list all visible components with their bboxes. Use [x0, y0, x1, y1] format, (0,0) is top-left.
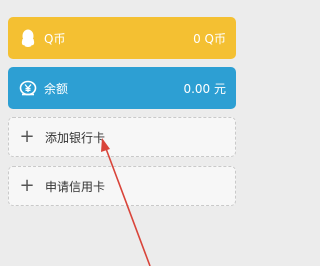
qcoin-card[interactable]: Q币 0 Q币 [8, 17, 236, 59]
balance-value: 0.00 元 [183, 81, 226, 96]
plus-icon: + [19, 175, 35, 196]
apply-credit-card-label: 申请信用卡 [45, 179, 106, 194]
apply-credit-card-button[interactable]: + 申请信用卡 [8, 166, 236, 206]
qcoin-value: 0 Q币 [193, 31, 226, 46]
qcoin-label: Q币 [44, 31, 66, 46]
yuan-coin-icon [18, 78, 38, 98]
penguin-icon [18, 28, 38, 48]
plus-icon: + [19, 126, 35, 147]
add-bank-card-button[interactable]: + 添加银行卡 [8, 117, 236, 157]
balance-card[interactable]: 余额 0.00 元 [8, 67, 236, 109]
balance-label: 余额 [44, 81, 69, 96]
add-bank-card-label: 添加银行卡 [45, 130, 106, 145]
